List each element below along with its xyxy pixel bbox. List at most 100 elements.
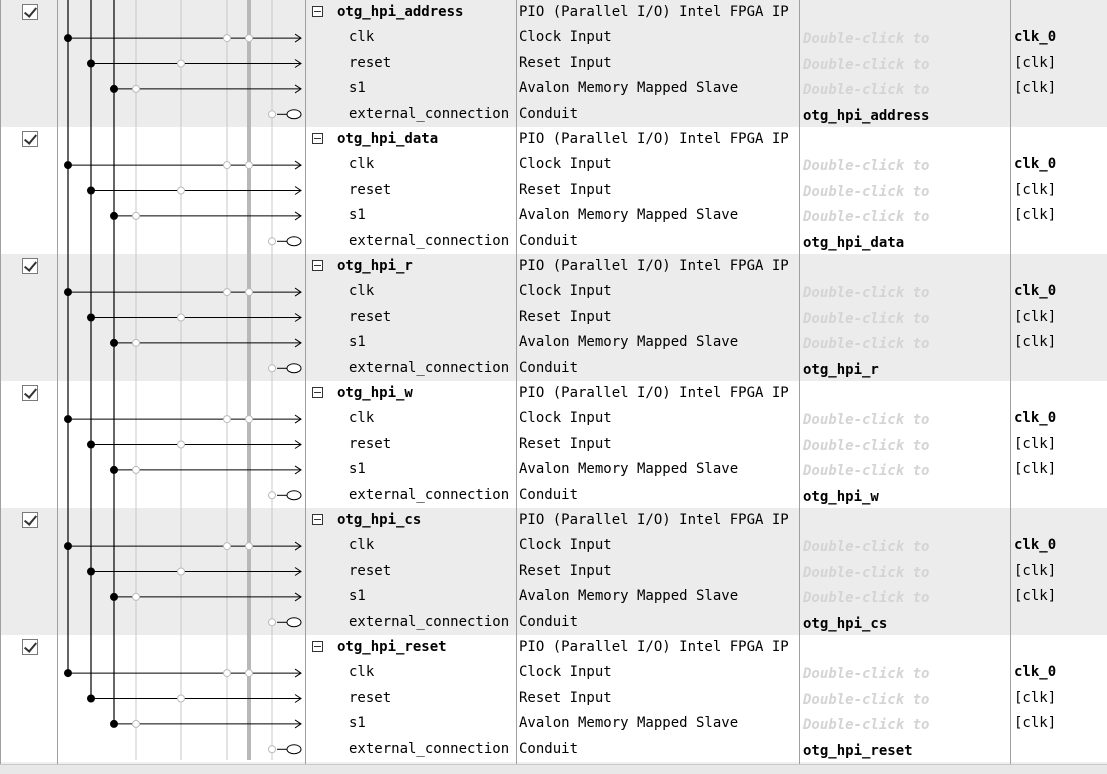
export-placeholder[interactable]: Double-click to — [803, 586, 929, 609]
collapse-icon[interactable] — [312, 641, 323, 652]
clock-value[interactable]: clk_0 — [1014, 533, 1056, 558]
export-cell[interactable]: Double-click to — [801, 406, 1009, 431]
clock-value[interactable]: [clk] — [1014, 51, 1056, 76]
export-cell[interactable]: Double-click to — [801, 279, 1009, 304]
export-cell[interactable]: Double-click to — [801, 533, 1009, 558]
export-placeholder[interactable]: Double-click to — [803, 662, 929, 685]
interface-row[interactable]: external_connection Conduit otg_hpi_addres… — [1, 102, 1107, 127]
export-cell[interactable]: otg_hpi_reset — [801, 737, 1009, 762]
interface-row[interactable]: clk Clock Input Double-click to clk_0 — [1, 279, 1107, 304]
interface-name[interactable]: clk — [349, 406, 374, 431]
component-row[interactable]: otg_hpi_address PIO (Parallel I/O) Intel … — [1, 0, 1107, 25]
clock-cell[interactable]: [clk] — [1013, 457, 1107, 482]
interface-name[interactable]: external_connection — [349, 229, 509, 254]
clock-cell[interactable]: [clk] — [1013, 51, 1107, 76]
interface-row[interactable]: reset Reset Input Double-click to [clk] — [1, 432, 1107, 457]
clock-cell[interactable] — [1013, 483, 1107, 508]
export-cell[interactable]: Double-click to — [801, 432, 1009, 457]
clock-value[interactable]: [clk] — [1014, 711, 1056, 736]
export-placeholder[interactable]: Double-click to — [803, 535, 929, 558]
interface-row[interactable]: clk Clock Input Double-click to clk_0 — [1, 660, 1107, 685]
interface-row[interactable]: external_connection Conduit otg_hpi_r — [1, 356, 1107, 381]
interface-row[interactable]: s1 Avalon Memory Mapped Slave Double-click… — [1, 584, 1107, 609]
export-cell[interactable]: Double-click to — [801, 305, 1009, 330]
clock-cell[interactable] — [1013, 737, 1107, 762]
use-checkbox[interactable] — [22, 258, 38, 274]
clock-cell[interactable]: clk_0 — [1013, 152, 1107, 177]
interface-row[interactable]: clk Clock Input Double-click to clk_0 — [1, 406, 1107, 431]
export-placeholder[interactable]: Double-click to — [803, 332, 929, 355]
export-cell[interactable]: Double-click to — [801, 25, 1009, 50]
interface-name[interactable]: clk — [349, 660, 374, 685]
interface-row[interactable]: external_connection Conduit otg_hpi_data — [1, 229, 1107, 254]
interface-row[interactable]: reset Reset Input Double-click to [clk] — [1, 686, 1107, 711]
clock-value[interactable]: clk_0 — [1014, 279, 1056, 304]
component-row[interactable]: otg_hpi_reset PIO (Parallel I/O) Intel FP… — [1, 635, 1107, 660]
clock-value[interactable]: clk_0 — [1014, 25, 1056, 50]
clock-value[interactable]: [clk] — [1014, 432, 1056, 457]
clock-cell[interactable]: clk_0 — [1013, 533, 1107, 558]
interface-row[interactable]: s1 Avalon Memory Mapped Slave Double-click… — [1, 76, 1107, 101]
clock-value[interactable]: [clk] — [1014, 76, 1056, 101]
export-placeholder[interactable]: Double-click to — [803, 205, 929, 228]
clock-cell[interactable] — [1013, 356, 1107, 381]
export-placeholder[interactable]: Double-click to — [803, 307, 929, 330]
component-name[interactable]: otg_hpi_w — [337, 381, 413, 406]
interface-row[interactable]: s1 Avalon Memory Mapped Slave Double-click… — [1, 330, 1107, 355]
export-cell[interactable]: Double-click to — [801, 178, 1009, 203]
export-cell[interactable]: otg_hpi_w — [801, 483, 1009, 508]
interface-name[interactable]: external_connection — [349, 610, 509, 635]
collapse-icon[interactable] — [312, 514, 323, 525]
interface-name[interactable]: reset — [349, 432, 391, 457]
clock-value[interactable]: [clk] — [1014, 178, 1056, 203]
export-cell[interactable]: otg_hpi_r — [801, 356, 1009, 381]
clock-cell[interactable]: [clk] — [1013, 305, 1107, 330]
use-checkbox[interactable] — [22, 512, 38, 528]
interface-name[interactable]: s1 — [349, 711, 366, 736]
interface-name[interactable]: clk — [349, 25, 374, 50]
clock-value[interactable]: [clk] — [1014, 330, 1056, 355]
interface-name[interactable]: clk — [349, 279, 374, 304]
interface-name[interactable]: reset — [349, 305, 391, 330]
export-cell[interactable]: Double-click to — [801, 584, 1009, 609]
export-cell[interactable]: Double-click to — [801, 51, 1009, 76]
clock-cell[interactable]: clk_0 — [1013, 406, 1107, 431]
interface-name[interactable]: external_connection — [349, 483, 509, 508]
export-name[interactable]: otg_hpi_reset — [803, 739, 913, 762]
export-name[interactable]: otg_hpi_address — [803, 104, 929, 127]
clock-value[interactable]: [clk] — [1014, 686, 1056, 711]
export-placeholder[interactable]: Double-click to — [803, 281, 929, 304]
clock-value[interactable]: clk_0 — [1014, 152, 1056, 177]
interface-name[interactable]: reset — [349, 51, 391, 76]
export-cell[interactable]: Double-click to — [801, 559, 1009, 584]
interface-name[interactable]: s1 — [349, 76, 366, 101]
interface-row[interactable]: reset Reset Input Double-click to [clk] — [1, 305, 1107, 330]
export-name[interactable]: otg_hpi_cs — [803, 612, 887, 635]
export-cell[interactable]: Double-click to — [801, 330, 1009, 355]
component-row[interactable]: otg_hpi_w PIO (Parallel I/O) Intel FPGA I… — [1, 381, 1107, 406]
collapse-icon[interactable] — [312, 133, 323, 144]
interface-row[interactable]: reset Reset Input Double-click to [clk] — [1, 178, 1107, 203]
interface-row[interactable]: s1 Avalon Memory Mapped Slave Double-click… — [1, 457, 1107, 482]
interface-name[interactable]: s1 — [349, 457, 366, 482]
interface-row[interactable]: s1 Avalon Memory Mapped Slave Double-click… — [1, 711, 1107, 736]
component-name[interactable]: otg_hpi_address — [337, 0, 463, 25]
export-cell[interactable]: Double-click to — [801, 76, 1009, 101]
interface-name[interactable]: s1 — [349, 584, 366, 609]
export-cell[interactable]: otg_hpi_data — [801, 229, 1009, 254]
component-name[interactable]: otg_hpi_r — [337, 254, 413, 279]
interface-name[interactable]: s1 — [349, 203, 366, 228]
export-placeholder[interactable]: Double-click to — [803, 180, 929, 203]
use-checkbox[interactable] — [22, 4, 38, 20]
export-cell[interactable]: Double-click to — [801, 660, 1009, 685]
clock-cell[interactable]: clk_0 — [1013, 660, 1107, 685]
clock-value[interactable]: [clk] — [1014, 203, 1056, 228]
export-cell[interactable]: Double-click to — [801, 152, 1009, 177]
interface-name[interactable]: reset — [349, 686, 391, 711]
export-cell[interactable]: Double-click to — [801, 457, 1009, 482]
interface-row[interactable]: clk Clock Input Double-click to clk_0 — [1, 25, 1107, 50]
export-placeholder[interactable]: Double-click to — [803, 688, 929, 711]
clock-value[interactable]: clk_0 — [1014, 660, 1056, 685]
export-placeholder[interactable]: Double-click to — [803, 27, 929, 50]
export-placeholder[interactable]: Double-click to — [803, 434, 929, 457]
